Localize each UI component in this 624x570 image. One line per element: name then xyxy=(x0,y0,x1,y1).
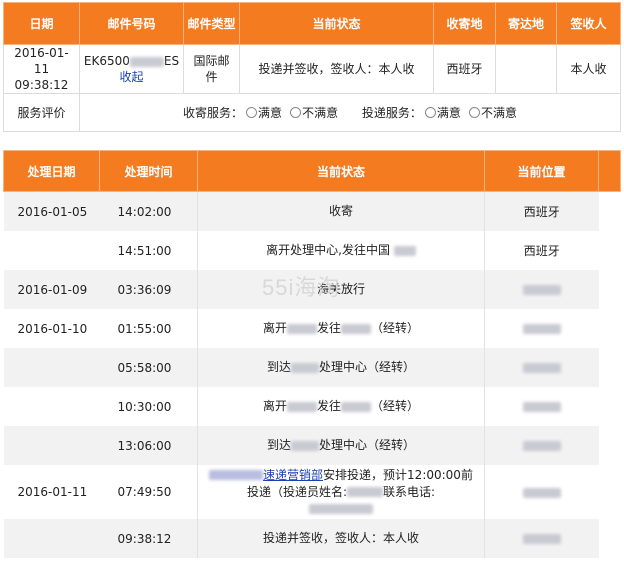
redacted-location xyxy=(522,363,561,373)
collapse-link[interactable]: 收起 xyxy=(119,70,143,84)
header-destination: 寄达地 xyxy=(495,2,557,45)
tracking-row: 2016-01-10 01:55:00 离开 发往 （经转） xyxy=(3,309,621,348)
header-mail-number: 邮件号码 xyxy=(79,2,184,45)
redacted-location xyxy=(522,487,561,498)
mail-summary-table: 日期 邮件号码 邮件类型 当前状态 收寄地 寄达地 签收人 2016-01- 1… xyxy=(3,2,621,132)
header-process-date: 处理日期 xyxy=(3,150,100,192)
header-spacer xyxy=(598,150,621,192)
service-rating-row: 服务评价 收寄服务： 满意 不满意 投递服务： 满意 不满意 xyxy=(3,93,621,132)
redacted-location xyxy=(522,441,561,451)
header-signer: 签收人 xyxy=(556,2,621,45)
receive-unsatisfied-radio[interactable] xyxy=(290,107,302,118)
summary-signer: 本人收 xyxy=(556,44,621,94)
tracking-row: 14:51:00 离开处理中心,发往中国 西班牙 xyxy=(3,231,621,270)
deliver-service-group: 投递服务： 满意 不满意 xyxy=(361,106,517,120)
deliver-satisfied-radio[interactable] xyxy=(424,107,436,118)
summary-date: 2016-01- 11 09:38:12 xyxy=(3,44,80,94)
summary-mail-number: EK6500 ES 收起 xyxy=(79,44,184,94)
summary-destination xyxy=(495,44,557,94)
header-date: 日期 xyxy=(3,2,80,45)
redacted-location xyxy=(522,324,561,334)
tracking-row: 2016-01-05 14:02:00 收寄 西班牙 xyxy=(3,191,621,231)
site-watermark: 55i海淘 xyxy=(262,275,341,300)
redacted-location xyxy=(522,285,561,295)
tracking-row: 10:30:00 离开 发往 （经转） xyxy=(3,387,621,426)
header-origin: 收寄地 xyxy=(433,2,496,45)
service-rating-label: 服务评价 xyxy=(3,93,80,132)
tracking-row: 2016-01-11 07:49:50 速递营销部安排投递，预计12:00:00… xyxy=(3,465,621,519)
receive-satisfied-radio[interactable] xyxy=(246,107,258,118)
post-office-link[interactable]: 速递营销部 xyxy=(263,468,323,482)
summary-status: 投递并签收，签收人：本人收 xyxy=(239,44,434,94)
receive-service-group: 收寄服务： 满意 不满意 xyxy=(183,106,339,120)
tracking-row: 09:38:12 投递并签收，签收人：本人收 xyxy=(3,519,621,558)
deliver-unsatisfied-radio[interactable] xyxy=(468,107,480,118)
mail-summary-row: 2016-01- 11 09:38:12 EK6500 ES 收起 国际邮 件 投… xyxy=(3,44,621,94)
tracking-table: 处理日期 处理时间 当前状态 当前位置 2016-01-05 14:02:00 … xyxy=(3,150,621,558)
redacted-location xyxy=(522,402,561,412)
service-rating-options: 收寄服务： 满意 不满意 投递服务： 满意 不满意 xyxy=(79,93,621,132)
redacted-number xyxy=(129,56,164,67)
summary-origin: 西班牙 xyxy=(433,44,496,94)
header-current-location: 当前位置 xyxy=(484,150,599,192)
tracking-row: 13:06:00 到达 处理中心（经转） xyxy=(3,426,621,465)
header-tracking-status: 当前状态 xyxy=(197,150,485,192)
summary-mail-type: 国际邮 件 xyxy=(183,44,240,94)
tracking-row: 05:58:00 到达 处理中心（经转） xyxy=(3,348,621,387)
header-current-status: 当前状态 xyxy=(239,2,434,45)
header-mail-type: 邮件类型 xyxy=(183,2,240,45)
redacted-location xyxy=(522,534,561,544)
header-process-time: 处理时间 xyxy=(99,150,198,192)
